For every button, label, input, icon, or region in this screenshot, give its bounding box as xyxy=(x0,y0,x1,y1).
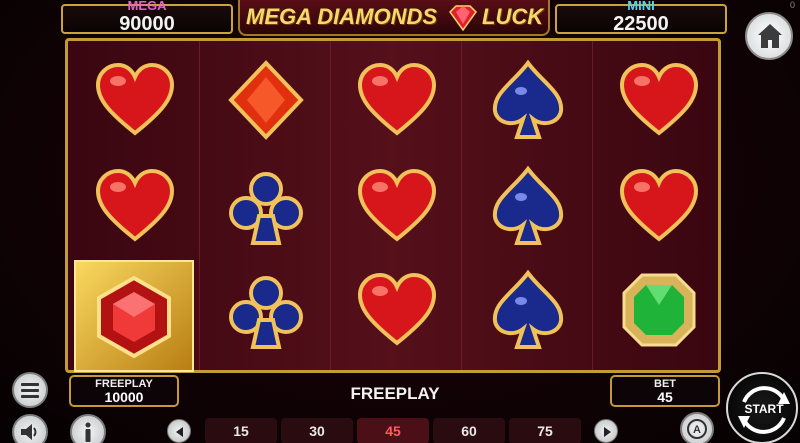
corner-indicator: 0 xyxy=(790,0,796,10)
green-gem-icon xyxy=(622,273,696,347)
spade-icon xyxy=(492,59,564,139)
info-icon xyxy=(85,422,91,442)
menu-button[interactable] xyxy=(12,372,48,408)
info-button[interactable] xyxy=(70,414,106,443)
heart-icon xyxy=(95,62,175,136)
bet-option-45[interactable]: 45 xyxy=(357,418,429,443)
mini-jackpot-label: MINI xyxy=(627,0,655,13)
bet-option-15[interactable]: 15 xyxy=(205,418,277,443)
club-icon xyxy=(229,276,303,349)
heart-symbol xyxy=(614,161,704,251)
heart-icon xyxy=(357,62,437,136)
menu-icon xyxy=(21,383,39,398)
heart-icon xyxy=(357,272,437,346)
club-symbol xyxy=(221,265,311,355)
mega-jackpot-value: 90000 xyxy=(119,13,175,35)
autoplay-button[interactable]: A xyxy=(680,412,714,443)
home-button[interactable] xyxy=(745,12,793,60)
sound-button[interactable] xyxy=(12,414,48,443)
game-logo: MEGA DIAMONDS LUCK xyxy=(238,0,550,36)
heart-symbol xyxy=(352,265,442,355)
bet-increase-button[interactable] xyxy=(594,419,618,443)
heart-symbol xyxy=(90,161,180,251)
svg-text:A: A xyxy=(693,424,701,436)
mini-jackpot-panel: MINI 22500 xyxy=(555,0,727,35)
spade-icon xyxy=(492,165,564,245)
heart-symbol xyxy=(614,55,704,145)
heart-icon xyxy=(619,62,699,136)
reel-divider xyxy=(330,41,331,370)
heart-icon xyxy=(357,168,437,242)
mega-jackpot-panel: MEGA 90000 xyxy=(61,0,233,35)
spade-symbol xyxy=(483,265,573,355)
bet-option-60[interactable]: 60 xyxy=(433,418,505,443)
heart-symbol xyxy=(352,55,442,145)
auto-icon: A xyxy=(687,419,707,439)
start-button[interactable]: START xyxy=(726,372,798,443)
club-symbol xyxy=(221,161,311,251)
heart-icon xyxy=(619,168,699,242)
reels-area xyxy=(65,38,721,373)
arrow-right-icon xyxy=(604,427,611,437)
green-gem-symbol xyxy=(614,265,704,355)
red-gem-wild-icon xyxy=(97,275,171,359)
mega-jackpot-label: MEGA xyxy=(127,0,167,13)
game-mode-label: FREEPLAY xyxy=(350,384,440,403)
logo-gem-icon xyxy=(449,5,477,32)
bet-value: 45 xyxy=(657,389,673,405)
spade-symbol xyxy=(483,161,573,251)
reel-divider xyxy=(199,41,200,370)
club-icon xyxy=(229,172,303,245)
bet-decrease-button[interactable] xyxy=(167,419,191,443)
heart-symbol xyxy=(90,55,180,145)
home-icon xyxy=(758,24,782,48)
bet-option-75[interactable]: 75 xyxy=(509,418,581,443)
reel-divider xyxy=(461,41,462,370)
freeplay-balance-panel: FREEPLAY 10000 xyxy=(69,375,179,407)
logo-text-right: LUCK xyxy=(482,4,544,29)
spade-icon xyxy=(492,269,564,349)
spade-symbol xyxy=(483,55,573,145)
arrow-left-icon xyxy=(176,427,183,437)
red-gem-wild-symbol xyxy=(89,272,179,362)
heart-symbol xyxy=(352,161,442,251)
reel-divider xyxy=(592,41,593,370)
sound-icon xyxy=(21,424,37,440)
diamond-symbol xyxy=(221,55,311,145)
mini-jackpot-value: 22500 xyxy=(613,13,669,35)
freeplay-value: 10000 xyxy=(104,389,144,405)
heart-icon xyxy=(95,168,175,242)
bet-option-30[interactable]: 30 xyxy=(281,418,353,443)
bet-panel: BET 45 xyxy=(610,375,720,407)
logo-text-left: MEGA DIAMONDS xyxy=(246,4,438,29)
diamond-icon xyxy=(228,60,304,140)
start-label: START xyxy=(744,402,784,416)
